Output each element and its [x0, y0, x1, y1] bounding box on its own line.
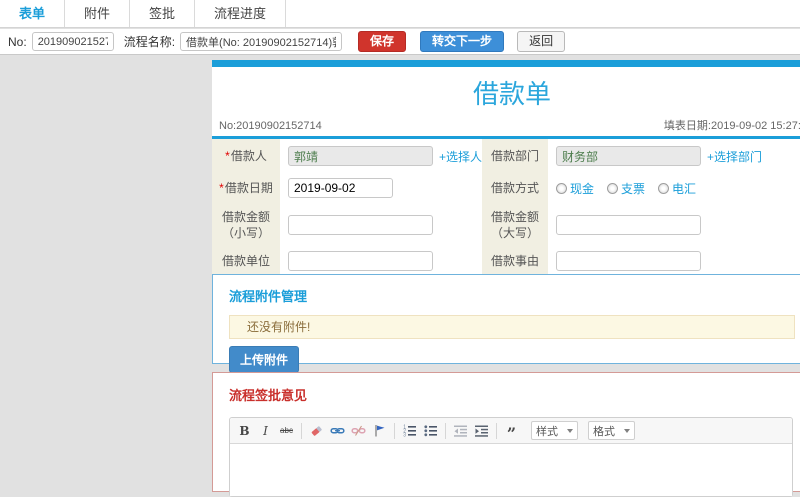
unlink-icon[interactable] — [349, 421, 368, 440]
no-attachments-alert: 还没有附件! — [229, 315, 795, 339]
flow-no-label: No: — [8, 34, 27, 49]
loan-form-panel: 借款单 No:20190902152714 填表日期:2019-09-02 15… — [212, 60, 800, 280]
flow-name-input[interactable] — [180, 32, 343, 51]
amount-lower-label: 借款金额（小写） — [212, 203, 280, 247]
department-cell: +选择部门 — [548, 139, 800, 173]
upload-attachment-button[interactable]: 上传附件 — [229, 346, 300, 373]
form-no-text: No:20190902152714 — [219, 120, 322, 132]
radio-icon — [556, 182, 567, 194]
amount-upper-input[interactable] — [556, 215, 701, 235]
chevron-down-icon — [624, 428, 630, 433]
blockquote-icon[interactable]: ” — [502, 421, 521, 441]
amount-lower-input[interactable] — [288, 215, 433, 235]
required-mark: * — [219, 181, 224, 195]
top-blue-bar — [212, 60, 800, 67]
method-label: 借款方式 — [482, 173, 548, 203]
toolbar-separator — [496, 422, 497, 439]
styles-dropdown-label: 样式 — [536, 425, 558, 438]
reason-label: 借款事由 — [482, 247, 548, 274]
toolbar-separator — [445, 422, 446, 439]
back-button[interactable]: 返回 — [517, 31, 566, 52]
tab-bar: 表单 附件 签批 流程进度 — [0, 0, 800, 28]
select-department-link[interactable]: +选择部门 — [707, 148, 762, 165]
outdent-icon[interactable] — [451, 421, 470, 440]
styles-dropdown[interactable]: 样式 — [531, 421, 578, 440]
borrower-cell: +选择人员 — [280, 139, 494, 173]
borrower-input[interactable] — [288, 146, 433, 166]
tab-progress[interactable]: 流程进度 — [195, 0, 287, 27]
unit-label: 借款单位 — [212, 247, 280, 274]
anchor-flag-icon[interactable] — [370, 421, 389, 440]
loan-date-input[interactable] — [288, 178, 393, 198]
rich-text-editor: B I abc 123 ” 样式 格式 — [229, 417, 793, 497]
bold-icon[interactable]: B — [235, 421, 254, 440]
attachments-heading: 流程附件管理 — [229, 289, 308, 304]
reason-input[interactable] — [556, 250, 701, 271]
amount-lower-cell — [280, 203, 482, 247]
editor-toolbar: B I abc 123 ” 样式 格式 — [230, 418, 792, 444]
form-meta-row: No:20190902152714 填表日期:2019-09-02 15:27:… — [212, 117, 800, 136]
flow-name-label: 流程名称: — [123, 35, 176, 49]
department-label: 借款部门 — [482, 139, 548, 173]
radio-wire-label: 电汇 — [672, 181, 697, 196]
form-fields-grid: *借款人 +选择人员 借款部门 +选择部门 *借款日期 借款方式 现金 支票 — [212, 139, 800, 274]
toolbar-separator — [394, 422, 395, 439]
ordered-list-icon[interactable]: 123 — [400, 421, 419, 440]
indent-icon[interactable] — [472, 421, 491, 440]
radio-wire[interactable]: 电汇 — [658, 180, 696, 197]
attachments-panel: 流程附件管理 还没有附件! 上传附件 — [212, 274, 800, 373]
format-dropdown[interactable]: 格式 — [588, 421, 635, 440]
radio-cash[interactable]: 现金 — [556, 180, 594, 197]
approval-panel: 流程签批意见 B I abc 123 ” 样式 格式 — [212, 372, 800, 497]
link-icon[interactable] — [328, 421, 347, 440]
format-dropdown-label: 格式 — [593, 425, 615, 438]
unordered-list-icon[interactable] — [421, 421, 440, 440]
next-step-button[interactable]: 转交下一步 — [420, 31, 505, 52]
flow-no-input[interactable] — [31, 32, 114, 51]
tab-approval[interactable]: 签批 — [130, 0, 196, 27]
radio-cheque[interactable]: 支票 — [607, 180, 645, 197]
form-date-text: 填表日期:2019-09-02 15:27:1 — [663, 120, 800, 132]
department-input[interactable] — [556, 146, 701, 166]
italic-icon[interactable]: I — [256, 421, 275, 440]
editor-content-area[interactable] — [230, 444, 792, 496]
loan-date-cell — [280, 173, 482, 203]
amount-upper-label: 借款金额（大写） — [482, 203, 548, 247]
remove-format-icon[interactable] — [307, 421, 326, 440]
form-title: 借款单 — [472, 79, 551, 109]
approval-heading: 流程签批意见 — [229, 388, 308, 403]
tab-form[interactable]: 表单 — [0, 0, 66, 27]
chevron-down-icon — [567, 428, 573, 433]
tab-attachments[interactable]: 附件 — [65, 0, 131, 27]
unit-cell — [280, 247, 482, 274]
flow-toolbar: No: 流程名称: 保存 转交下一步 返回 — [0, 29, 800, 55]
radio-cheque-label: 支票 — [621, 181, 646, 196]
radio-icon — [658, 182, 670, 194]
unit-input[interactable] — [288, 250, 433, 271]
loan-date-label: *借款日期 — [212, 173, 280, 203]
radio-cash-label: 现金 — [570, 181, 595, 196]
amount-upper-cell — [548, 203, 800, 247]
reason-cell — [548, 247, 800, 274]
borrower-label: *借款人 — [212, 139, 280, 173]
method-cell: 现金 支票 电汇 — [548, 173, 800, 203]
toolbar-separator — [301, 422, 302, 439]
save-button[interactable]: 保存 — [358, 31, 407, 52]
required-mark: * — [225, 149, 230, 163]
strikethrough-icon[interactable]: abc — [277, 421, 296, 440]
svg-text:3: 3 — [403, 433, 406, 438]
radio-icon — [607, 182, 619, 194]
